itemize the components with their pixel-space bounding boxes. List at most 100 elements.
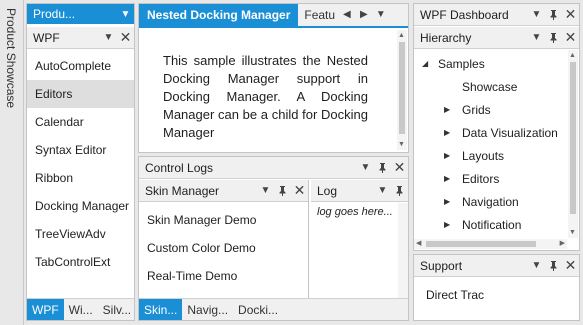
support-list: Direct Trac (418, 281, 579, 309)
scroll-right-icon[interactable]: ▶ (355, 4, 372, 24)
dropdown-icon[interactable]: ▼ (117, 4, 134, 24)
close-icon[interactable]: ✕ (291, 181, 308, 201)
list-item[interactable]: Skin Manager Demo (139, 206, 308, 234)
pin-icon[interactable] (545, 5, 562, 25)
control-logs-tabstrip: Skin... Navig... Docki... (139, 298, 408, 320)
close-icon[interactable]: ✕ (562, 5, 579, 25)
list-item[interactable]: Custom Color Demo (139, 234, 308, 262)
document-body: This sample illustrates the Nested Docki… (163, 52, 368, 142)
list-item[interactable]: TreeViewAdv (27, 220, 134, 248)
tree-item[interactable]: ▶ Navigation (422, 190, 567, 213)
expanded-arrow-icon[interactable]: ◢ (422, 59, 434, 68)
log-title: Log (317, 183, 338, 198)
control-logs-header[interactable]: Control Logs ▼ ✕ (139, 157, 408, 179)
skin-manager-title: Skin Manager (145, 183, 220, 198)
tree-item[interactable]: ▶ Layouts (422, 144, 567, 167)
list-item[interactable]: Real-Time Demo (139, 262, 308, 290)
close-icon[interactable]: ✕ (562, 28, 579, 48)
scroll-down-icon[interactable]: ▼ (569, 229, 576, 236)
hierarchy-scrollbar-v[interactable]: ▲ ▼ (568, 50, 578, 238)
list-item[interactable]: AutoComplete (27, 52, 134, 80)
dropdown-icon[interactable]: ▼ (257, 181, 274, 201)
support-pane: Support ▼ ✕ Direct Trac (413, 254, 580, 321)
document-tabbar: Nested Docking Manager Featu ◀ ▶ ▼ (139, 4, 408, 28)
list-item[interactable]: Calendar (27, 108, 134, 136)
pin-icon[interactable] (545, 28, 562, 48)
dashboard-header[interactable]: WPF Dashboard ▼ ✕ (414, 4, 579, 26)
skin-manager-header[interactable]: Skin Manager ▼ ✕ (139, 180, 308, 202)
tree-item[interactable]: ▶ Editors (422, 167, 567, 190)
scrollbar-thumb[interactable] (570, 62, 576, 214)
tab-skin-manager[interactable]: Skin... (139, 299, 183, 320)
pin-icon[interactable] (374, 158, 391, 178)
tree-item[interactable]: ▶ Grids (422, 98, 567, 121)
product-pane-header[interactable]: Produ... ▼ (27, 4, 134, 24)
log-text[interactable]: log goes here... (317, 206, 393, 218)
control-logs-pane: Control Logs ▼ ✕ Skin Manager ▼ ✕ Skin M… (138, 156, 409, 321)
tree-item[interactable]: Showcase (422, 75, 567, 98)
log-pane: Log ▼ log goes here... (311, 180, 408, 298)
collapsed-arrow-icon[interactable]: ▶ (444, 151, 456, 160)
document-scrollbar[interactable]: ▲ ▼ (397, 30, 407, 150)
scroll-up-icon[interactable]: ▲ (569, 52, 576, 59)
skin-manager-list: Skin Manager Demo Custom Color Demo Real… (139, 206, 308, 290)
scroll-left-icon[interactable]: ◀ (338, 4, 355, 24)
collapsed-arrow-icon[interactable]: ▶ (444, 105, 456, 114)
hierarchy-tree: ◢ Samples Showcase ▶ Grids ▶ Data Visual… (422, 52, 567, 236)
tab-silverlight[interactable]: Silv... (98, 299, 134, 320)
tab-wpf[interactable]: WPF (27, 299, 64, 320)
collapsed-arrow-icon[interactable]: ▶ (444, 128, 456, 137)
side-strip-label[interactable]: Product Showcase (4, 8, 18, 108)
support-title: Support (420, 258, 463, 273)
list-item[interactable]: Ribbon (27, 164, 134, 192)
tab-docking[interactable]: Docki... (233, 299, 283, 320)
tab-features[interactable]: Featu (298, 4, 338, 26)
scroll-right-icon[interactable]: ▶ (560, 239, 565, 247)
hierarchy-scrollbar-h[interactable]: ◀ ▶ (414, 239, 567, 249)
tab-nested-docking-manager[interactable]: Nested Docking Manager (139, 4, 299, 26)
list-item[interactable]: Direct Trac (418, 281, 579, 309)
tab-navigation[interactable]: Navig... (182, 299, 233, 320)
list-item[interactable]: Editors (27, 80, 134, 108)
close-icon[interactable]: ✕ (562, 256, 579, 276)
product-pane: Produ... ▼ WPF ▼ ✕ AutoComplete Editors … (26, 3, 135, 321)
log-header[interactable]: Log ▼ (311, 180, 408, 202)
scroll-up-icon[interactable]: ▲ (398, 32, 405, 39)
hierarchy-header[interactable]: Hierarchy ▼ ✕ (414, 27, 579, 49)
support-header[interactable]: Support ▼ ✕ (414, 255, 579, 277)
dropdown-icon[interactable]: ▼ (100, 28, 117, 48)
dropdown-icon[interactable]: ▼ (357, 158, 374, 178)
dropdown-icon[interactable]: ▼ (528, 28, 545, 48)
control-logs-title: Control Logs (145, 160, 214, 175)
collapsed-arrow-icon[interactable]: ▶ (444, 220, 456, 229)
tab-windows[interactable]: Wi... (64, 299, 98, 320)
list-item[interactable]: Syntax Editor (27, 136, 134, 164)
pin-icon[interactable] (391, 181, 408, 201)
dropdown-icon[interactable]: ▼ (528, 5, 545, 25)
collapsed-arrow-icon[interactable]: ▶ (444, 197, 456, 206)
close-icon[interactable]: ✕ (391, 158, 408, 178)
skin-manager-pane: Skin Manager ▼ ✕ Skin Manager Demo Custo… (139, 180, 309, 298)
tree-item[interactable]: ▶ Data Visualization (422, 121, 567, 144)
pin-icon[interactable] (274, 181, 291, 201)
dashboard-title: WPF Dashboard (420, 7, 509, 22)
side-strip[interactable]: Product Showcase (0, 0, 24, 325)
log-scrollbar[interactable] (398, 203, 408, 298)
wpf-subheader-title: WPF (33, 30, 60, 45)
tree-item[interactable]: ▶ Notification (422, 213, 567, 236)
close-icon[interactable]: ✕ (117, 28, 134, 48)
wpf-subheader: WPF ▼ ✕ (27, 27, 134, 49)
dropdown-icon[interactable]: ▼ (374, 181, 391, 201)
document-text: This sample illustrates the Nested Docki… (163, 53, 368, 140)
list-item[interactable]: TabControlExt (27, 248, 134, 276)
scroll-down-icon[interactable]: ▼ (398, 141, 405, 148)
list-item[interactable]: Docking Manager (27, 192, 134, 220)
scrollbar-thumb[interactable] (399, 42, 405, 134)
tree-root[interactable]: ◢ Samples (422, 52, 567, 75)
scrollbar-thumb[interactable] (426, 241, 536, 247)
scroll-left-icon[interactable]: ◀ (416, 239, 421, 247)
collapsed-arrow-icon[interactable]: ▶ (444, 174, 456, 183)
dropdown-icon[interactable]: ▼ (372, 4, 389, 24)
dropdown-icon[interactable]: ▼ (528, 256, 545, 276)
pin-icon[interactable] (545, 256, 562, 276)
